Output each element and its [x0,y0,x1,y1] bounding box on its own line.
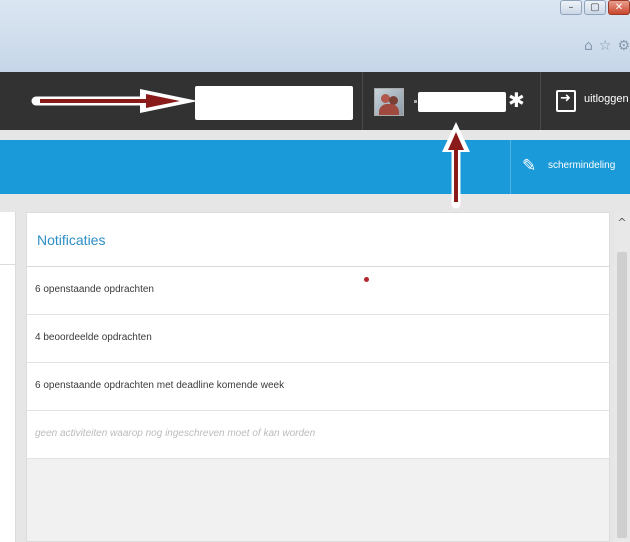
browser-toolbar-icons: ⌂ ☆ ⚙ [584,38,630,54]
annotation-dot [364,277,369,282]
window-controls: – ▢ ✕ [560,0,630,15]
browser-settings-icon[interactable]: ⚙ [617,38,630,54]
avatar-body-icon [379,104,399,115]
navbar-divider [540,72,541,130]
user-dot [414,100,417,103]
star-icon[interactable]: ☆ [599,38,612,54]
notification-item[interactable]: 6 openstaande opdrachten met deadline ko… [27,363,609,411]
logout-icon[interactable] [556,90,576,112]
avatar[interactable] [374,88,404,116]
pencil-icon[interactable]: ✎ [522,156,536,176]
toolbar-divider [510,140,511,194]
top-navbar: ✱ uitloggen [0,72,630,130]
close-button[interactable]: ✕ [608,0,630,15]
blue-toolbar: ✎ schermindeling [0,140,630,194]
notification-item[interactable]: 6 openstaande opdrachten [27,267,609,315]
empty-activities-message: geen activiteiten waarop nog ingeschreve… [27,411,609,459]
home-icon[interactable]: ⌂ [584,38,593,54]
notification-item[interactable]: 4 beoordeelde opdrachten [27,315,609,363]
notifications-panel: Notificaties 6 openstaande opdrachten 4 … [26,212,610,542]
left-panel [0,212,16,542]
left-panel-divider [0,264,15,265]
gear-icon[interactable]: ✱ [508,88,525,112]
logout-link[interactable]: uitloggen [584,93,629,105]
scrollbar[interactable]: ^ [614,212,630,542]
screen-layout-button[interactable]: schermindeling [548,160,615,171]
scroll-up-icon[interactable]: ^ [614,216,630,229]
maximize-button[interactable]: ▢ [584,0,606,15]
minimize-button[interactable]: – [560,0,582,15]
panel-title: Notificaties [37,232,106,248]
scroll-thumb[interactable] [617,252,627,538]
annotation-arrow-up [442,122,470,209]
annotation-arrow-right [31,89,198,113]
redacted-name-block [195,86,353,120]
notification-list: 6 openstaande opdrachten 4 beoordeelde o… [27,267,609,459]
panel-header: Notificaties [27,213,609,267]
navbar-divider [362,72,363,130]
redacted-username-block [418,92,506,112]
browser-chrome: – ▢ ✕ ⌂ ☆ ⚙ [0,0,630,72]
